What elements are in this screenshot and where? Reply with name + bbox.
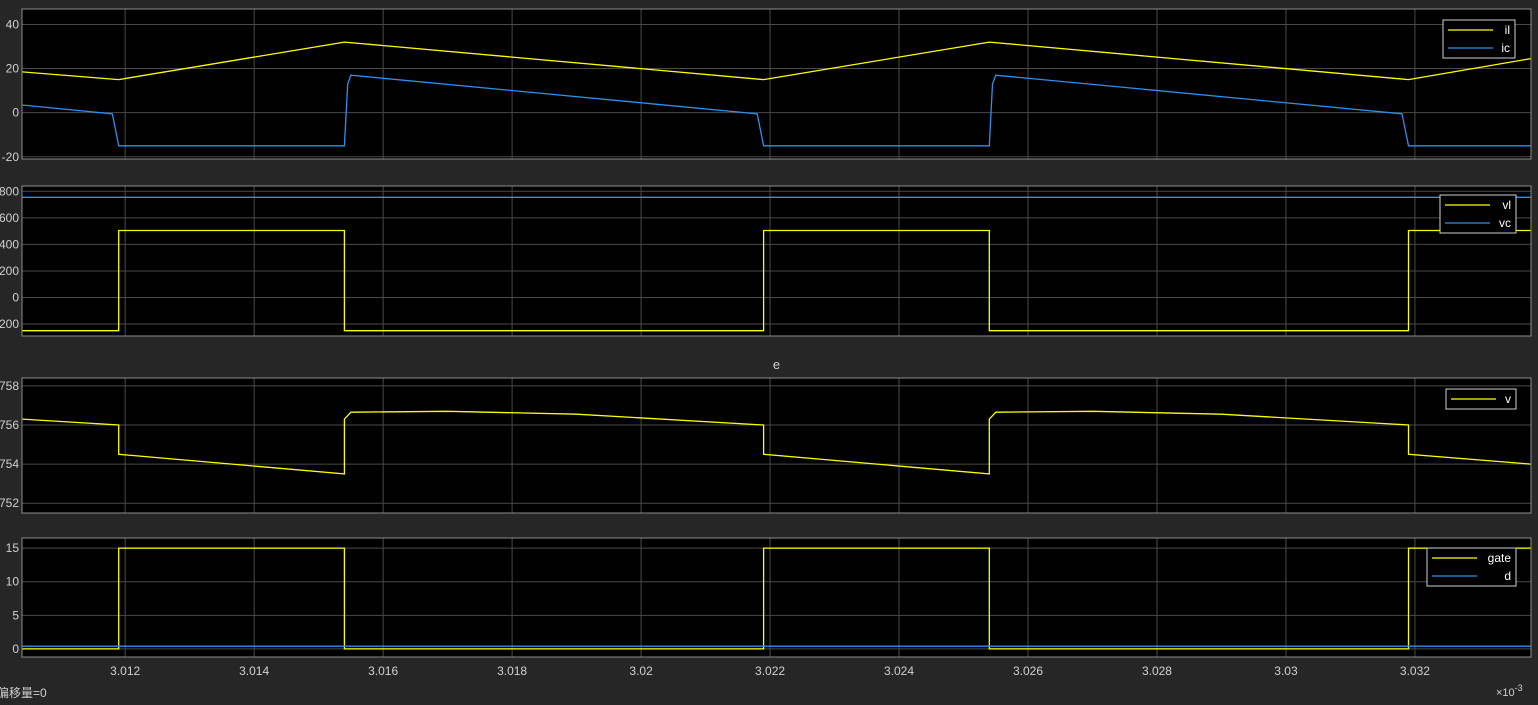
x-exponent-power: -3 — [1515, 683, 1523, 693]
x-tick-label: 3.032 — [1400, 664, 1430, 678]
legend[interactable]: vl vc — [1439, 194, 1517, 234]
subplot-4: 0 5 10 15 3.012 3.014 3.016 3.018 3.02 3.022 3.024… — [6, 537, 1532, 678]
legend[interactable]: il ic — [1442, 19, 1516, 59]
subplot-title: e — [773, 357, 780, 372]
legend-label-d: d — [1504, 569, 1511, 583]
subplot-2: -200 0 200 400 600 800 vl vc — [0, 184, 1532, 337]
legend-label-gate: gate — [1488, 551, 1512, 565]
y-tick-label: 400 — [0, 237, 19, 251]
y-tick-label: 600 — [0, 211, 19, 225]
x-tick-label: 3.018 — [497, 664, 527, 678]
x-tick-label: 3.014 — [239, 664, 269, 678]
x-exponent-base: ×10 — [1496, 687, 1515, 699]
y-tick-label: 200 — [0, 264, 19, 278]
x-tick-label: 3.026 — [1013, 664, 1043, 678]
x-tick-label: 3.028 — [1142, 664, 1172, 678]
axes-background — [22, 538, 1531, 657]
y-tick-label: 20 — [6, 62, 20, 76]
x-tick-label: 3.024 — [884, 664, 914, 678]
y-tick-label: 0 — [12, 291, 19, 305]
y-tick-label: -20 — [2, 150, 20, 164]
y-tick-label: 5 — [12, 608, 19, 622]
offset-label: 偏移量=0 — [0, 685, 47, 700]
x-tick-label: 3.03 — [1274, 664, 1298, 678]
legend[interactable]: v — [1445, 388, 1517, 410]
legend-label-ic: ic — [1501, 41, 1510, 55]
y-tick-label: -200 — [0, 317, 19, 331]
subplot-1: -20 0 20 40 il ic — [2, 8, 1532, 164]
y-tick-label: 10 — [6, 575, 20, 589]
axes-background — [22, 9, 1531, 159]
axes-background — [22, 378, 1531, 513]
y-tick-label: 754 — [0, 457, 19, 471]
y-tick-label: 758 — [0, 379, 19, 393]
scope-figure: -2002040ilic-2000200400600800vlvc7527547… — [0, 0, 1538, 705]
x-tick-label: 3.02 — [629, 664, 653, 678]
legend-label-il: il — [1505, 23, 1510, 37]
subplot-3: 752 754 756 758 e v — [0, 357, 1532, 514]
legend-label-vc: vc — [1499, 216, 1511, 230]
legend-label-v: v — [1505, 392, 1511, 406]
y-tick-label: 40 — [6, 17, 20, 31]
y-tick-label: 800 — [0, 184, 19, 198]
y-tick-label: 0 — [12, 642, 19, 656]
x-tick-label: 3.022 — [755, 664, 785, 678]
legend-label-vl: vl — [1502, 198, 1511, 212]
axes-background — [22, 186, 1531, 336]
legend[interactable]: gate d — [1426, 547, 1517, 587]
y-tick-label: 752 — [0, 496, 19, 510]
x-tick-label: 3.012 — [110, 664, 140, 678]
y-tick-label: 756 — [0, 418, 19, 432]
y-tick-label: 15 — [6, 541, 20, 555]
x-tick-label: 3.016 — [368, 664, 398, 678]
y-tick-label: 0 — [12, 106, 19, 120]
